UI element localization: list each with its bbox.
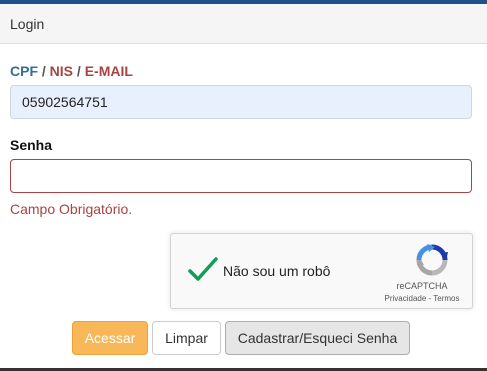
limpar-button[interactable]: Limpar — [152, 321, 221, 355]
privacy-link[interactable]: Privacidade — [384, 294, 426, 303]
checkmark-icon[interactable] — [187, 256, 219, 284]
panel-title: Login — [0, 4, 487, 44]
label-nis: NIS — [49, 63, 74, 79]
label-email: E-MAIL — [84, 63, 133, 79]
label-separator-2: / — [73, 63, 85, 79]
recaptcha-links: Privacidade - Termos — [377, 294, 467, 303]
recaptcha-label: Não sou um robô — [223, 263, 331, 279]
password-label: Senha — [10, 137, 53, 153]
user-input[interactable] — [10, 85, 472, 119]
acessar-button[interactable]: Acessar — [72, 321, 148, 355]
recaptcha-widget: Não sou um robô reCAPTCHA Privacidade - … — [170, 233, 473, 309]
recaptcha-logo-icon — [415, 243, 449, 277]
password-input[interactable] — [10, 159, 472, 193]
user-field-label: CPF / NIS / E-MAIL — [10, 63, 133, 79]
password-error-message: Campo Obrigatório. — [10, 201, 133, 217]
cadastrar-button[interactable]: Cadastrar/Esqueci Senha — [225, 321, 410, 355]
recaptcha-brand: reCAPTCHA — [396, 281, 448, 291]
terms-link[interactable]: Termos — [433, 294, 459, 303]
label-cpf: CPF — [10, 63, 38, 79]
label-separator-1: / — [38, 63, 50, 79]
